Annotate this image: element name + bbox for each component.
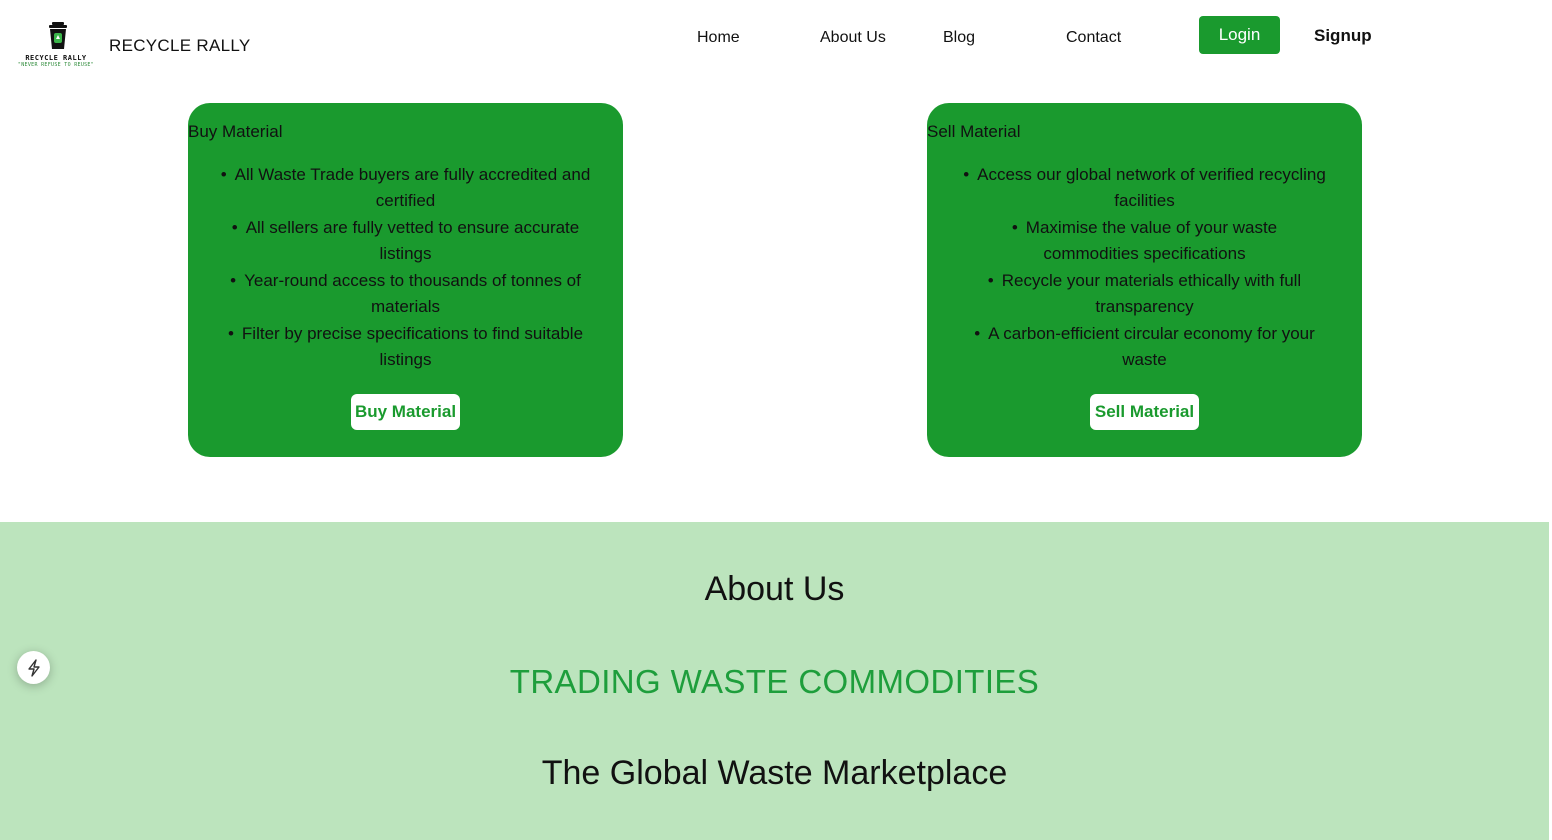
- logo-tagline: "NEVER REFUSE TO REUSE": [17, 62, 95, 68]
- list-item: Maximise the value of your waste commodi…: [962, 215, 1327, 267]
- about-heading: About Us: [704, 570, 845, 608]
- list-item: Recycle your materials ethically with fu…: [962, 268, 1327, 320]
- site-header: RECYCLE RALLY "NEVER REFUSE TO REUSE" RE…: [0, 0, 1549, 90]
- about-subheading: TRADING WASTE COMMODITIES: [509, 663, 1040, 700]
- signup-button[interactable]: Signup: [1314, 26, 1372, 46]
- nav-about-us[interactable]: About Us: [820, 29, 886, 47]
- nav-contact[interactable]: Contact: [1066, 29, 1121, 47]
- logo-name: RECYCLE RALLY: [25, 54, 87, 62]
- login-button[interactable]: Login: [1199, 16, 1280, 54]
- list-item: All sellers are fully vetted to ensure a…: [218, 215, 593, 267]
- list-item: Year-round access to thousands of tonnes…: [218, 268, 593, 320]
- sell-feature-list: Access our global network of verified re…: [962, 162, 1327, 374]
- floating-action-button[interactable]: [17, 651, 50, 684]
- about-tagline: The Global Waste Marketplace: [541, 754, 1008, 792]
- list-item: All Waste Trade buyers are fully accredi…: [218, 162, 593, 214]
- list-item: Access our global network of verified re…: [962, 162, 1327, 214]
- nav-home[interactable]: Home: [697, 29, 740, 47]
- sell-material-button[interactable]: Sell Material: [1090, 394, 1199, 430]
- nav-blog[interactable]: Blog: [943, 29, 975, 47]
- recycle-bin-icon: [49, 22, 67, 49]
- list-item: A carbon-efficient circular economy for …: [962, 321, 1327, 373]
- buy-feature-list: All Waste Trade buyers are fully accredi…: [218, 162, 593, 374]
- lightning-icon: [27, 658, 40, 677]
- buy-card-title: Buy Material: [188, 122, 283, 141]
- logo[interactable]: RECYCLE RALLY "NEVER REFUSE TO REUSE": [4, 4, 108, 70]
- brand-name: RECYCLE RALLY: [109, 36, 251, 55]
- sell-card-title: Sell Material: [927, 122, 1021, 141]
- list-item: Filter by precise specifications to find…: [218, 321, 593, 373]
- buy-material-button[interactable]: Buy Material: [351, 394, 460, 430]
